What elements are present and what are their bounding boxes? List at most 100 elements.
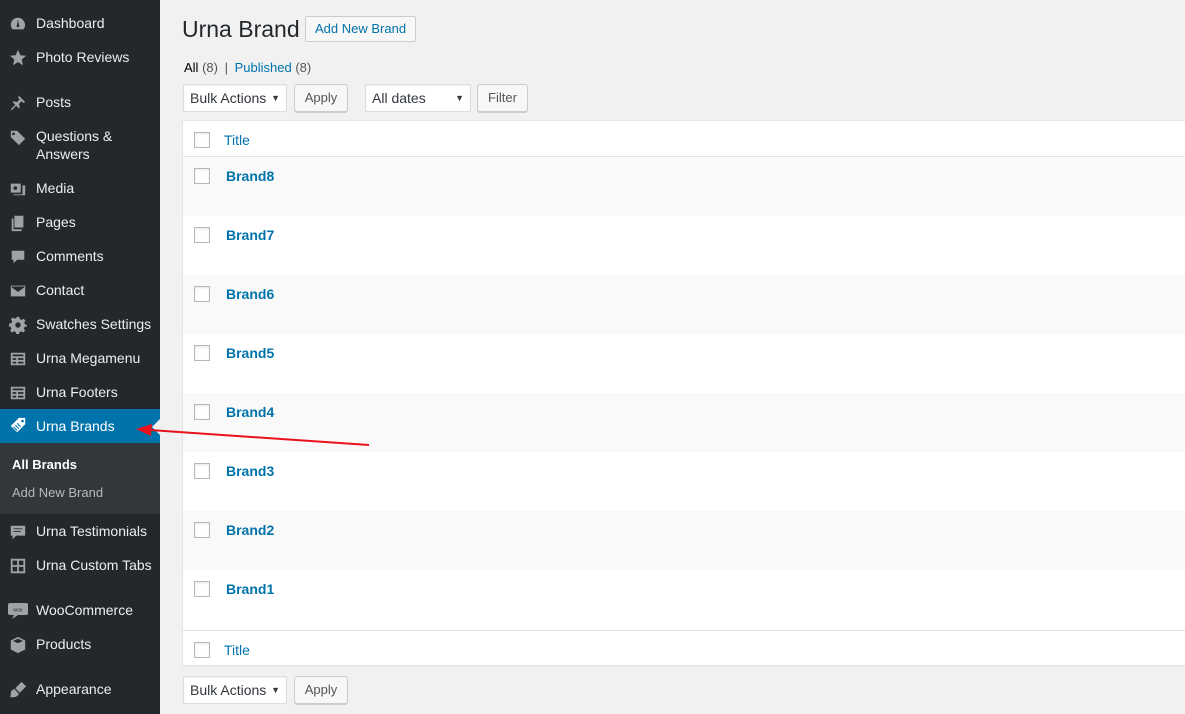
- sidebar-item-media[interactable]: Media: [0, 179, 160, 199]
- sidebar-item-label: Pages: [36, 214, 76, 230]
- sidebar-item-woocommerce[interactable]: woo WooCommerce: [0, 601, 160, 621]
- table-row: Brand7: [183, 216, 1185, 275]
- dashboard-icon: [8, 14, 28, 34]
- tag-icon: [8, 416, 28, 436]
- sidebar-item-label: WooCommerce: [36, 602, 133, 618]
- bulk-actions-value: Bulk Actions: [190, 90, 267, 106]
- row-checkbox[interactable]: [194, 168, 210, 184]
- sidebar-item-urna-megamenu[interactable]: Urna Megamenu: [0, 349, 160, 369]
- row-title-link[interactable]: Brand4: [226, 404, 274, 420]
- row-checkbox[interactable]: [194, 286, 210, 302]
- gear-icon: [8, 315, 28, 335]
- select-all-checkbox-footer[interactable]: [194, 642, 210, 658]
- sidebar-item-questions-answers[interactable]: Questions & Answers: [0, 127, 160, 165]
- table-row: Brand6: [183, 275, 1185, 334]
- apply-button-top[interactable]: Apply: [294, 84, 348, 112]
- row-title-link[interactable]: Brand5: [226, 345, 274, 361]
- tag-icon: [8, 127, 28, 147]
- dropdown-caret-icon: ▼: [271, 93, 280, 103]
- filter-published-count: (8): [295, 60, 312, 75]
- sidebar-item-urna-custom-tabs[interactable]: Urna Custom Tabs: [0, 556, 160, 576]
- filter-all-link[interactable]: All: [184, 60, 198, 75]
- table-row: Brand4: [183, 393, 1185, 452]
- sidebar-item-appearance[interactable]: Appearance: [0, 680, 160, 700]
- table-row: Brand1: [183, 570, 1185, 629]
- star-icon: [8, 48, 28, 68]
- table-header: Title: [183, 121, 1185, 157]
- list-icon: [8, 383, 28, 403]
- row-checkbox[interactable]: [194, 463, 210, 479]
- comment-icon: [8, 247, 28, 267]
- sidebar-item-label: Dashboard: [36, 15, 105, 31]
- sidebar-item-pages[interactable]: Pages: [0, 213, 160, 233]
- sidebar-item-photo-reviews[interactable]: Photo Reviews: [0, 48, 160, 68]
- envelope-icon: [8, 281, 28, 301]
- sidebar-item-label: Urna Testimonials: [36, 523, 148, 539]
- sidebar-item-label: Swatches Settings: [36, 316, 152, 332]
- apply-button-bottom[interactable]: Apply: [294, 676, 348, 704]
- sidebar-item-urna-footers[interactable]: Urna Footers: [0, 383, 160, 403]
- row-checkbox[interactable]: [194, 227, 210, 243]
- testimonial-icon: [8, 522, 28, 542]
- sidebar-item-products[interactable]: Products: [0, 635, 160, 655]
- sidebar-item-label: Appearance: [36, 681, 112, 697]
- table-footer: Title: [183, 630, 1185, 666]
- bulk-actions-select-bottom[interactable]: Bulk Actions ▼: [183, 676, 287, 704]
- row-checkbox[interactable]: [194, 345, 210, 361]
- brands-table: Title Brand8 Brand7 Brand6 Brand5 Brand4…: [182, 120, 1185, 666]
- media-icon: [8, 179, 28, 199]
- sidebar-item-label: Urna Brands: [36, 418, 115, 434]
- sidebar-item-contact[interactable]: Contact: [0, 281, 160, 301]
- submenu-add-new-brand[interactable]: Add New Brand: [12, 485, 103, 500]
- row-checkbox[interactable]: [194, 522, 210, 538]
- row-checkbox[interactable]: [194, 581, 210, 597]
- sidebar-item-posts[interactable]: Posts: [0, 93, 160, 113]
- row-title-link[interactable]: Brand2: [226, 522, 274, 538]
- submenu-all-brands[interactable]: All Brands: [12, 457, 77, 472]
- table-row: Brand3: [183, 452, 1185, 511]
- admin-sidebar: Dashboard Photo Reviews Posts Questions …: [0, 0, 160, 714]
- add-new-brand-button[interactable]: Add New Brand: [305, 16, 417, 42]
- bulk-actions-value: Bulk Actions: [190, 682, 267, 698]
- row-title-link[interactable]: Brand7: [226, 227, 274, 243]
- sidebar-item-comments[interactable]: Comments: [0, 247, 160, 267]
- sidebar-item-urna-brands[interactable]: Urna Brands: [0, 409, 160, 443]
- box-icon: [8, 635, 28, 655]
- table-row: Brand2: [183, 511, 1185, 570]
- row-title-link[interactable]: Brand8: [226, 168, 274, 184]
- row-checkbox[interactable]: [194, 404, 210, 420]
- row-title-link[interactable]: Brand6: [226, 286, 274, 302]
- table-row: Brand8: [183, 157, 1185, 216]
- brands-submenu: All Brands Add New Brand: [0, 443, 160, 514]
- sidebar-item-dashboard[interactable]: Dashboard: [0, 14, 160, 34]
- filter-published-link[interactable]: Published: [235, 60, 292, 75]
- brush-icon: [8, 680, 28, 700]
- filter-button[interactable]: Filter: [477, 84, 528, 112]
- column-title-footer[interactable]: Title: [224, 642, 250, 658]
- sidebar-item-label: Urna Footers: [36, 384, 118, 400]
- select-all-checkbox[interactable]: [194, 132, 210, 148]
- sidebar-item-urna-testimonials[interactable]: Urna Testimonials: [0, 522, 160, 542]
- row-title-link[interactable]: Brand1: [226, 581, 274, 597]
- sidebar-item-label: Photo Reviews: [36, 49, 130, 65]
- sidebar-item-label: Media: [36, 180, 75, 196]
- bulk-actions-select-top[interactable]: Bulk Actions ▼: [183, 84, 287, 112]
- filter-separator: |: [224, 60, 228, 75]
- woocommerce-icon: woo: [8, 601, 28, 621]
- sidebar-item-label: Contact: [36, 282, 85, 298]
- date-filter-select[interactable]: All dates ▼: [365, 84, 471, 112]
- dropdown-caret-icon: ▼: [455, 93, 464, 103]
- sidebar-item-label: Posts: [36, 94, 72, 110]
- active-menu-pointer: [152, 419, 160, 435]
- sidebar-item-swatches-settings[interactable]: Swatches Settings: [0, 315, 160, 335]
- date-filter-value: All dates: [372, 90, 426, 106]
- sidebar-item-label: Urna Custom Tabs: [36, 557, 152, 573]
- pin-icon: [8, 93, 28, 113]
- list-icon: [8, 349, 28, 369]
- dropdown-caret-icon: ▼: [271, 685, 280, 695]
- row-title-link[interactable]: Brand3: [226, 463, 274, 479]
- table-row: Brand5: [183, 334, 1185, 393]
- svg-text:woo: woo: [13, 608, 22, 614]
- status-filters: All (8) | Published (8): [184, 60, 311, 75]
- column-title-header[interactable]: Title: [224, 132, 250, 148]
